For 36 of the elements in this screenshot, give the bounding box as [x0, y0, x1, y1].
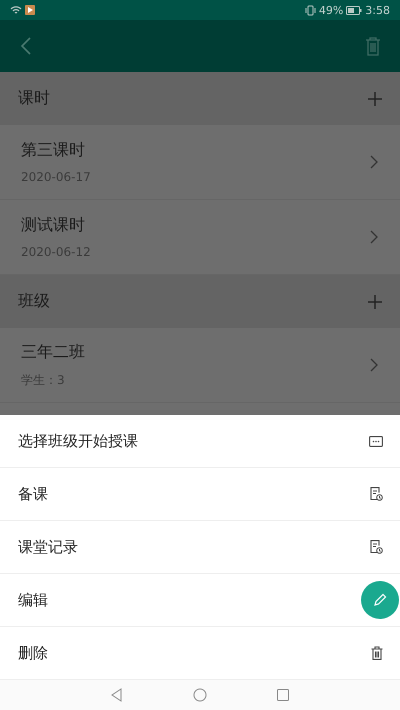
section-title: 班级: [18, 291, 50, 312]
add-icon[interactable]: [368, 92, 382, 106]
trash-icon: [371, 646, 383, 660]
clock-time: 3:58: [365, 4, 390, 16]
action-label: 备课: [18, 484, 48, 504]
sheet-action[interactable]: 选择班级开始授课: [0, 415, 400, 468]
action-label: 课堂记录: [18, 538, 78, 556]
item-title: 三年二班: [21, 342, 85, 362]
vibrate-icon: [304, 4, 316, 16]
document-clock-icon: [370, 540, 383, 554]
more-icon: [369, 436, 383, 446]
chevron-icon: [370, 358, 378, 372]
wifi-icon: [10, 5, 22, 15]
action-label: 删除: [18, 644, 48, 662]
pencil-icon: [373, 593, 387, 607]
action-label: 编辑: [18, 590, 48, 610]
document-clock-icon: [370, 487, 383, 501]
trash-icon[interactable]: [365, 36, 381, 56]
sheet-action[interactable]: 课堂记录: [0, 521, 400, 574]
app-notification-icon: [25, 5, 35, 15]
section-title: 课时: [18, 88, 50, 109]
sheet-action[interactable]: 备课: [0, 468, 400, 521]
back-nav-icon[interactable]: [111, 688, 123, 702]
chevron-icon: [370, 155, 378, 169]
edit-fab[interactable]: [361, 581, 399, 619]
item-title: 第三课时: [21, 140, 86, 161]
item-title: 测试课时: [21, 215, 86, 236]
action-label: 选择班级开始授课: [18, 432, 138, 450]
add-icon[interactable]: [368, 294, 382, 308]
chevron-icon: [370, 230, 378, 244]
sheet-action[interactable]: 编辑: [0, 574, 400, 627]
home-nav-icon[interactable]: [193, 688, 207, 702]
recents-nav-icon[interactable]: [277, 689, 289, 701]
battery-percent: 49%: [318, 4, 344, 16]
back-icon[interactable]: [20, 36, 32, 56]
battery-icon: [346, 6, 362, 14]
